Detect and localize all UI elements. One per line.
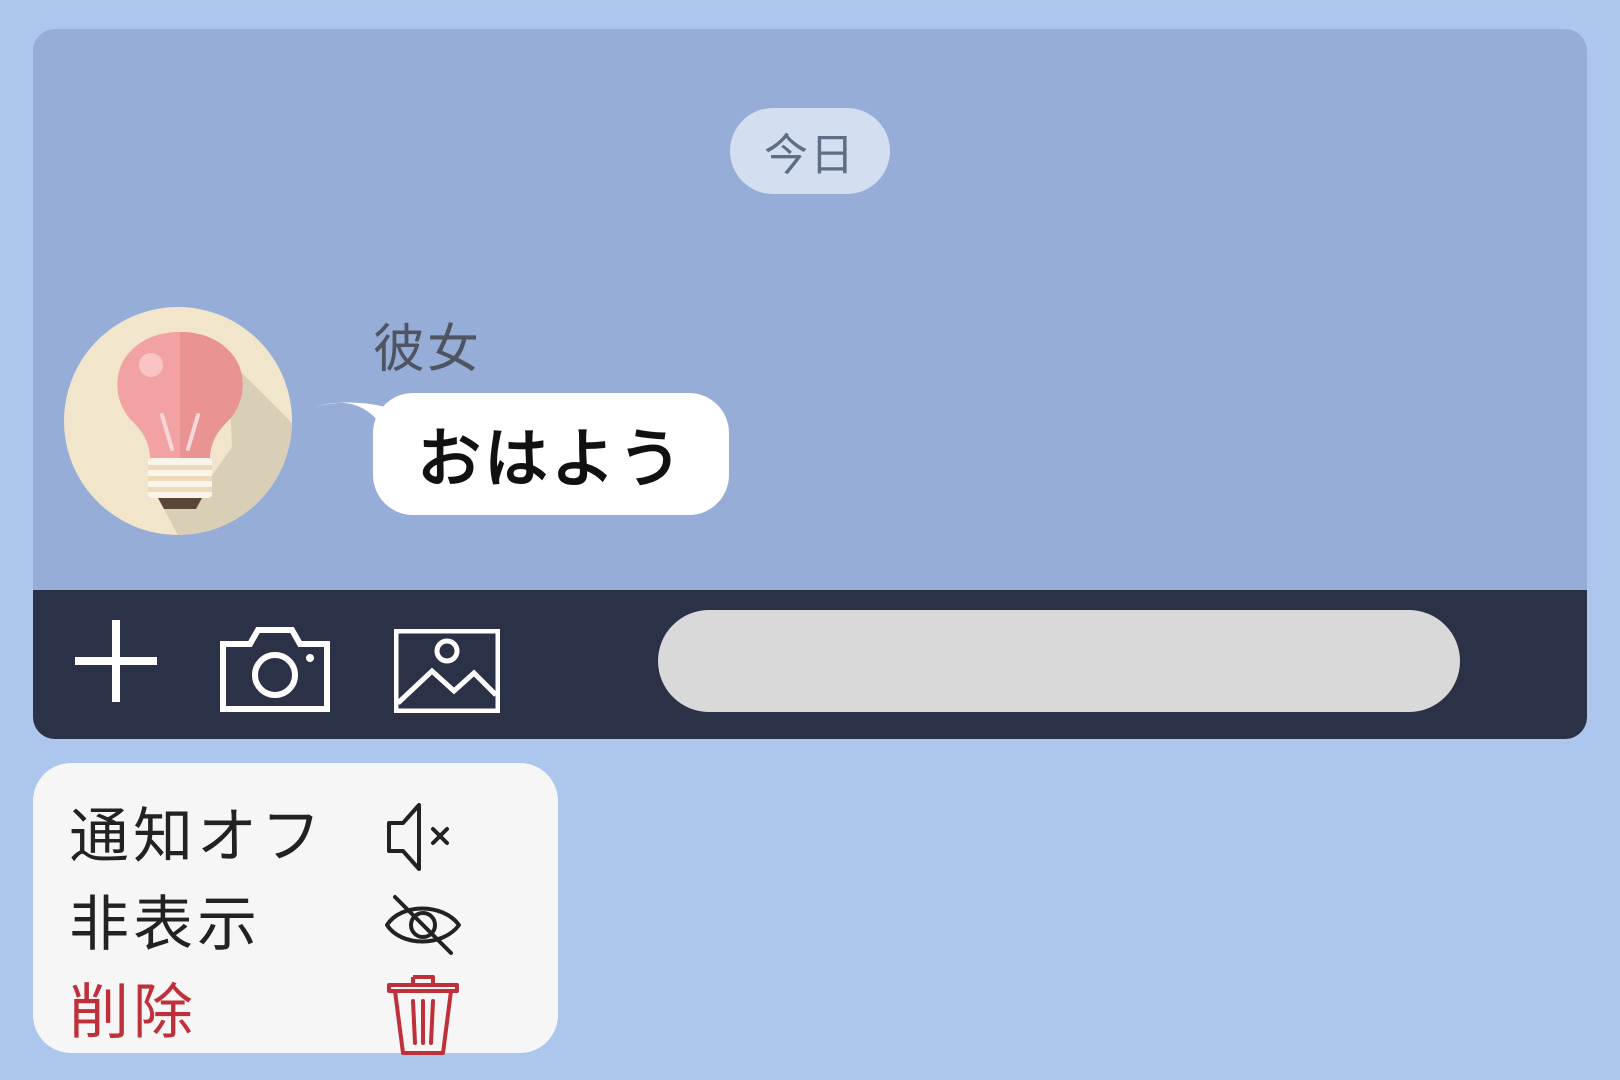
- input-toolbar: [33, 590, 1587, 739]
- sender-name: 彼女: [373, 320, 482, 380]
- mute-icon: [387, 803, 449, 871]
- menu-item-label: 通知オフ: [69, 802, 325, 872]
- image-icon[interactable]: [394, 629, 500, 713]
- message-input[interactable]: [658, 610, 1460, 712]
- message-text: おはよう: [417, 423, 685, 497]
- menu-item-mute[interactable]: 通知オフ: [33, 793, 558, 881]
- date-label: 今日: [764, 130, 856, 181]
- menu-item-hide[interactable]: 非表示: [33, 881, 558, 969]
- menu-item-label: 非表示: [69, 890, 261, 960]
- date-separator: 今日: [730, 108, 890, 194]
- chat-panel: 今日 彼女 おはよう: [33, 29, 1587, 739]
- context-menu: 通知オフ 非表示 削除: [33, 763, 558, 1055]
- plus-icon[interactable]: [69, 614, 163, 708]
- menu-item-label: 削除: [69, 978, 197, 1048]
- avatar[interactable]: [64, 307, 292, 535]
- eye-off-icon: [385, 895, 461, 955]
- message-bubble[interactable]: おはよう: [373, 393, 729, 515]
- camera-icon[interactable]: [220, 626, 330, 712]
- menu-item-delete[interactable]: 削除: [33, 969, 558, 1057]
- trash-icon: [387, 975, 459, 1055]
- lightbulb-icon: [64, 307, 292, 535]
